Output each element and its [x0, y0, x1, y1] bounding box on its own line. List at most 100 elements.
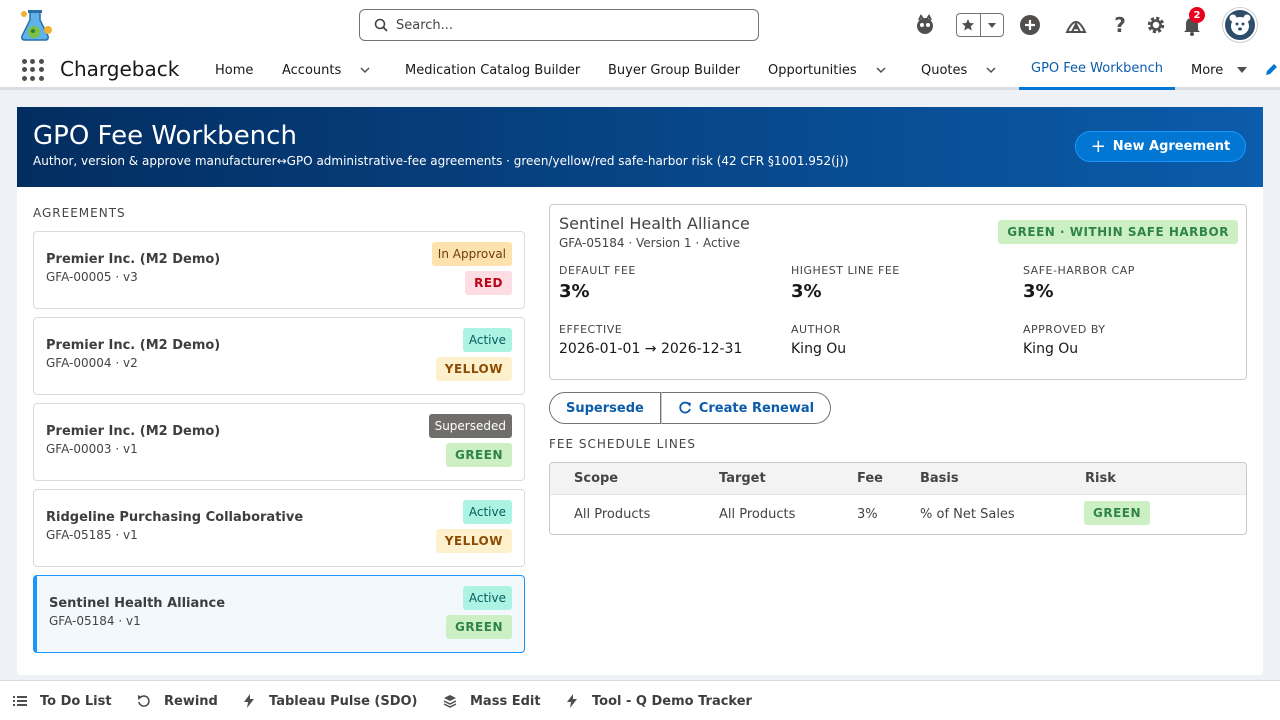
author-field: AUTHOR King Ou [791, 323, 846, 357]
supersede-label: Supersede [566, 400, 644, 416]
agreement-id: GFA-05185 · v1 [46, 528, 138, 542]
risk-badge: GREEN [445, 615, 512, 639]
field-label: APPROVED BY [1023, 323, 1106, 336]
field-value: King Ou [1023, 341, 1079, 357]
nav-item-quotes[interactable]: Quotes [921, 50, 967, 90]
utility-item-to-do-list[interactable]: To Do List [12, 681, 112, 720]
utility-bar: To Do List Rewind Tableau Pulse (SDO) Ma… [0, 680, 1280, 720]
risk-badge: YELLOW [435, 357, 512, 381]
fee-schedule-heading: FEE SCHEDULE LINES [549, 437, 696, 451]
risk-badge: GREEN [445, 443, 512, 467]
notification-badge: 2 [1189, 7, 1205, 23]
nav-bar: Chargeback Home Accounts Medication Cata… [0, 50, 1280, 90]
table-header: Scope Target Fee Basis Risk [550, 463, 1246, 495]
page-subtitle: Author, version & approve manufacturer↔G… [33, 154, 849, 168]
workbench-card: AGREEMENTS Premier Inc. (M2 Demo) GFA-00… [17, 187, 1263, 675]
layers-icon [442, 693, 458, 709]
add-icon[interactable] [1017, 12, 1043, 38]
nav-item-medication-catalog-builder[interactable]: Medication Catalog Builder [405, 50, 580, 90]
detail-title: Sentinel Health Alliance [559, 214, 750, 233]
default-fee-field: DEFAULT FEE 3% [559, 264, 636, 302]
nav-item-home[interactable]: Home [215, 50, 253, 90]
new-agreement-button[interactable]: + New Agreement [1075, 131, 1246, 162]
app-logo[interactable] [16, 6, 56, 46]
chevron-down-icon[interactable] [979, 14, 1004, 36]
safe-harbor-badge: GREEN · WITHIN SAFE HARBOR [998, 220, 1238, 244]
help-icon[interactable]: ? [1107, 12, 1133, 38]
plus-icon: + [1090, 136, 1106, 157]
favorites-group [956, 13, 1004, 37]
field-label: EFFECTIVE [559, 323, 623, 336]
gear-icon[interactable] [1143, 12, 1169, 38]
agreement-item[interactable]: Ridgeline Purchasing Collaborative GFA-0… [33, 489, 525, 567]
caret-down-icon[interactable] [1234, 62, 1250, 78]
nav-item-more[interactable]: More [1191, 50, 1223, 90]
einstein-icon[interactable] [912, 12, 938, 38]
nav-item-accounts[interactable]: Accounts [282, 50, 341, 90]
column-header[interactable]: Basis [920, 471, 959, 486]
app-launcher-icon[interactable] [22, 59, 44, 81]
lightning-icon [241, 693, 257, 709]
agreement-id: GFA-05184 · v1 [49, 614, 141, 628]
field-value: 3% [791, 281, 822, 302]
status-badge: Active [462, 328, 512, 352]
rewind-icon [136, 693, 152, 709]
star-icon[interactable] [957, 14, 980, 36]
column-header[interactable]: Risk [1085, 471, 1116, 486]
agreement-name: Premier Inc. (M2 Demo) [46, 338, 221, 353]
field-value: 2026-01-01 → 2026-12-31 [559, 341, 743, 357]
svg-text:?: ? [1114, 14, 1126, 36]
agreement-item[interactable]: Premier Inc. (M2 Demo) GFA-00003 · v1 Su… [33, 403, 525, 481]
create-renewal-button[interactable]: Create Renewal [660, 392, 832, 424]
utility-label: Tableau Pulse (SDO) [269, 693, 418, 709]
nav-item-buyer-group-builder[interactable]: Buyer Group Builder [608, 50, 740, 90]
column-header[interactable]: Scope [574, 471, 618, 486]
effective-field: EFFECTIVE 2026-01-01 → 2026-12-31 [559, 323, 742, 357]
safe-harbor-cap-field: SAFE-HARBOR CAP 3% [1023, 264, 1135, 302]
table-cell: % of Net Sales [920, 507, 1015, 522]
agreements-heading: AGREEMENTS [33, 206, 126, 220]
utility-label: Mass Edit [470, 693, 541, 709]
column-header[interactable]: Fee [857, 471, 883, 486]
chevron-down-icon[interactable] [357, 62, 373, 78]
agreement-detail: Sentinel Health Alliance GFA-05184 · Ver… [549, 204, 1247, 380]
nav-item-gpo-fee-workbench[interactable]: GPO Fee Workbench [1019, 50, 1175, 90]
page-title: GPO Fee Workbench [33, 121, 297, 151]
field-label: AUTHOR [791, 323, 841, 336]
lightning-icon [564, 693, 580, 709]
edit-nav-icon[interactable] [1264, 62, 1278, 81]
status-badge: In Approval [431, 242, 512, 266]
risk-badge: YELLOW [435, 529, 512, 553]
status-badge: Superseded [428, 414, 512, 438]
utility-item-q-demo-tracker[interactable]: Tool - Q Demo Tracker [564, 681, 752, 720]
search-input[interactable]: Search... [359, 9, 759, 41]
utility-item-rewind[interactable]: Rewind [136, 681, 218, 720]
supersede-button[interactable]: Supersede [549, 392, 661, 424]
utility-item-mass-edit[interactable]: Mass Edit [442, 681, 541, 720]
table-cell: All Products [574, 507, 651, 522]
status-badge: Active [462, 586, 512, 610]
search-icon [374, 18, 388, 32]
table-cell: All Products [719, 507, 796, 522]
agreement-name: Premier Inc. (M2 Demo) [46, 424, 221, 439]
app-name: Chargeback [60, 57, 180, 81]
chevron-down-icon[interactable] [983, 62, 999, 78]
nav-item-opportunities[interactable]: Opportunities [768, 50, 857, 90]
column-header[interactable]: Target [719, 471, 766, 486]
create-renewal-label: Create Renewal [698, 400, 815, 416]
highest-line-fee-field: HIGHEST LINE FEE 3% [791, 264, 900, 302]
agreement-name: Ridgeline Purchasing Collaborative [46, 510, 304, 525]
agreement-item[interactable]: Premier Inc. (M2 Demo) GFA-00004 · v2 Ac… [33, 317, 525, 395]
field-label: SAFE-HARBOR CAP [1023, 264, 1135, 277]
agreement-item-selected[interactable]: Sentinel Health Alliance GFA-05184 · v1 … [33, 575, 525, 653]
agreement-id: GFA-00005 · v3 [46, 270, 138, 284]
trailhead-icon[interactable] [1063, 12, 1089, 38]
agreement-item[interactable]: Premier Inc. (M2 Demo) GFA-00005 · v3 In… [33, 231, 525, 309]
status-badge: Active [462, 500, 512, 524]
avatar[interactable] [1223, 8, 1257, 42]
utility-label: Tool - Q Demo Tracker [592, 693, 752, 709]
chevron-down-icon[interactable] [873, 62, 889, 78]
utility-item-tableau-pulse[interactable]: Tableau Pulse (SDO) [241, 681, 418, 720]
utility-label: To Do List [40, 693, 112, 709]
utility-label: Rewind [164, 693, 218, 709]
